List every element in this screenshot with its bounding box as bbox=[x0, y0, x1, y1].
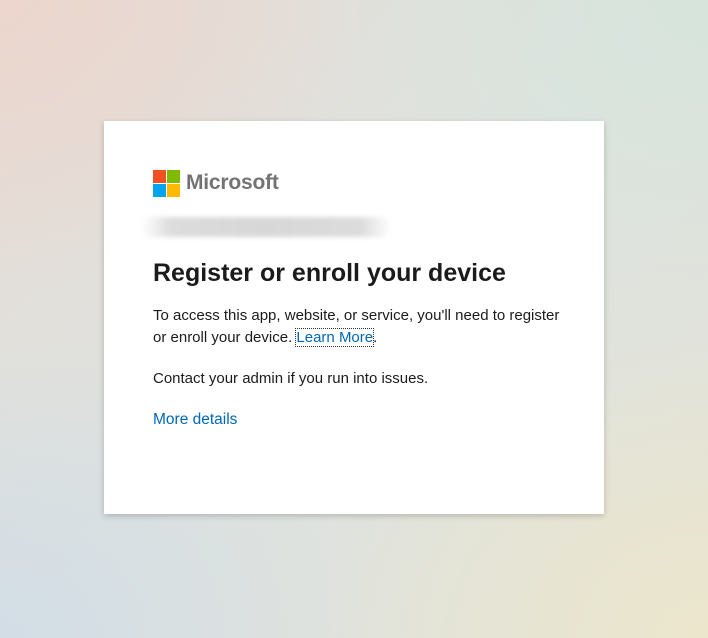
description-period: . bbox=[373, 329, 378, 346]
logo-green-square bbox=[167, 169, 180, 183]
microsoft-brand: Microsoft bbox=[153, 169, 560, 197]
more-details-link[interactable]: More details bbox=[153, 409, 237, 431]
redacted-account-identity bbox=[141, 217, 391, 237]
microsoft-logo-icon bbox=[153, 169, 180, 197]
register-device-dialog: Microsoft Register or enroll your device… bbox=[104, 121, 604, 514]
brand-name: Microsoft bbox=[186, 171, 279, 194]
logo-red-square bbox=[153, 169, 166, 183]
dialog-description: To access this app, website, or service,… bbox=[153, 305, 560, 349]
dialog-title: Register or enroll your device bbox=[153, 259, 506, 287]
logo-blue-square bbox=[153, 183, 166, 197]
contact-admin-text: Contact your admin if you run into issue… bbox=[153, 370, 429, 387]
learn-more-link[interactable]: Learn More bbox=[295, 328, 375, 347]
logo-yellow-square bbox=[167, 183, 180, 197]
